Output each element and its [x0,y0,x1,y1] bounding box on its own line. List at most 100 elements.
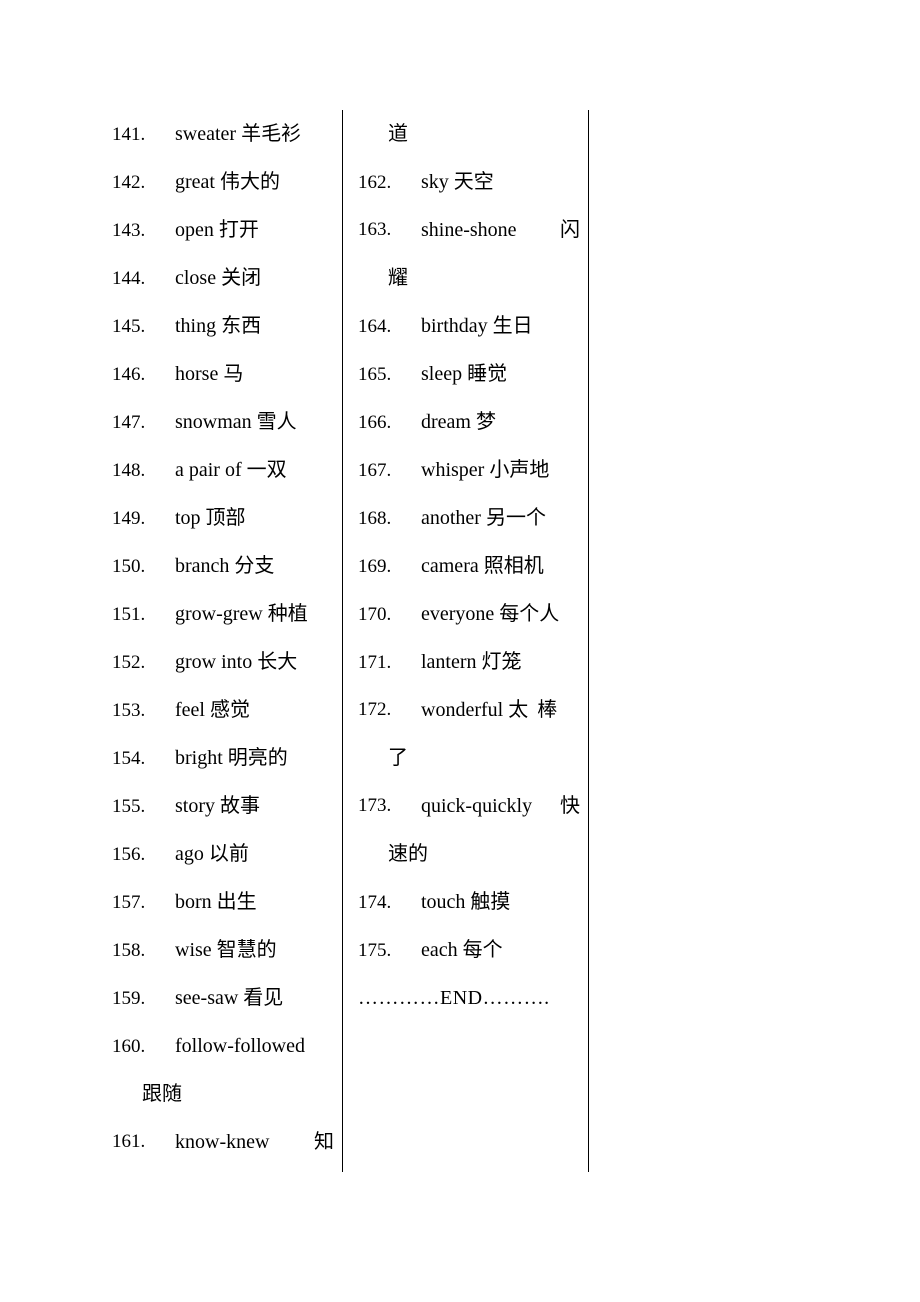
vocabulary-entry: 155. story 故事 [112,782,334,830]
vocabulary-entry: 166. dream 梦 [358,398,580,446]
entry-number: 174. [358,892,392,913]
entry-number: 154. [112,748,146,769]
vocabulary-entry: 143. open 打开 [112,206,334,254]
entry-number: 149. [112,508,146,529]
vocabulary-entry: 167. whisper 小声地 [358,446,580,494]
entry-number: 156. [112,844,146,865]
vocabulary-entry: 150. branch 分支 [112,542,334,590]
entry-number: 157. [112,892,146,913]
entry-number: 158. [112,940,146,961]
entry-continuation-line: 速的 [388,843,428,865]
entry-term: born 出生 [175,891,257,913]
column-divider-rule-middle [342,110,343,1172]
entry-number: 175. [358,940,392,961]
entry-term-tail: 闪 [560,219,580,241]
entry-number: 146. [112,364,146,385]
vocabulary-entry: 142. great 伟大的 [112,158,334,206]
entry-term: a pair of 一双 [175,459,287,481]
entry-term: great 伟大的 [175,171,280,193]
entry-number: 160. [112,1036,146,1057]
vocabulary-entry: 145. thing 东西 [112,302,334,350]
vocabulary-entry: 168. another 另一个 [358,494,580,542]
entry-term: grow into 长大 [175,651,298,673]
entry-number: 148. [112,460,146,481]
vocabulary-entry: 153. feel 感觉 [112,686,334,734]
entry-term: everyone 每个人 [421,603,560,625]
entry-number: 172. [358,699,392,720]
entry-term: snowman 雪人 [175,411,297,433]
vocabulary-entry: 157. born 出生 [112,878,334,926]
entry-number: 152. [112,652,146,673]
entry-term: thing 东西 [175,315,262,337]
entry-term: see-saw 看见 [175,987,284,1009]
entry-number: 153. [112,700,146,721]
entry-number: 173. [358,795,392,816]
entry-number: 168. [358,508,392,529]
entry-term: sky 天空 [421,171,494,193]
entry-term: each 每个 [421,939,503,961]
entry-term: sweater 羊毛衫 [175,123,302,145]
entry-term: shine-shone [421,219,517,241]
entry-number: 163. [358,219,392,240]
vocabulary-entry: 159. see-saw 看见 [112,974,334,1022]
entry-term: branch 分支 [175,555,275,577]
entry-number: 164. [358,316,392,337]
entry-term: ago 以前 [175,843,249,865]
entry-term-tail: 知 [314,1131,334,1153]
entry-term: birthday 生日 [421,315,533,337]
vocabulary-entry: 160. follow-followed [112,1022,334,1070]
vocabulary-entry: 171. lantern 灯笼 [358,638,580,686]
entry-term: follow-followed [175,1035,305,1057]
entry-number: 141. [112,124,146,145]
entry-term: whisper 小声地 [421,459,550,481]
entry-term: horse 马 [175,363,244,385]
vocabulary-entry: 158. wise 智慧的 [112,926,334,974]
entry-number: 147. [112,412,146,433]
vocabulary-entry: 148. a pair of 一双 [112,446,334,494]
vocabulary-entry: 161. know-knew 知 [112,1118,334,1166]
vocabulary-entry: 154. bright 明亮的 [112,734,334,782]
entry-term-tail: 快 [560,795,580,817]
vocabulary-entry: 170. everyone 每个人 [358,590,580,638]
entry-term: another 另一个 [421,507,546,529]
entry-term: lantern 灯笼 [421,651,522,673]
entry-number: 171. [358,652,392,673]
vocabulary-entry: 172. wonderful 太棒 [358,686,580,734]
entry-term: open 打开 [175,219,259,241]
vocabulary-entry: 165. sleep 睡觉 [358,350,580,398]
entry-term: camera 照相机 [421,555,544,577]
entry-number: 169. [358,556,392,577]
vocabulary-entry: 175. each 每个 [358,926,580,974]
vocabulary-entry: 164. birthday 生日 [358,302,580,350]
entry-number: 165. [358,364,392,385]
vocabulary-entry: 174. touch 触摸 [358,878,580,926]
entry-term: dream 梦 [421,411,496,433]
entry-continuation-line: 耀 [388,267,408,289]
vocabulary-entry: 163. shine-shone 闪 [358,206,580,254]
entry-number: 142. [112,172,146,193]
entry-term: grow-grew 种植 [175,603,308,625]
vocabulary-entry: 151. grow-grew 种植 [112,590,334,638]
entry-number: 151. [112,604,146,625]
entry-number: 166. [358,412,392,433]
column-divider-rule-right [588,110,589,1172]
entry-term: wonderful 太棒 [421,699,558,721]
entry-number: 155. [112,796,146,817]
entry-number: 167. [358,460,392,481]
vocabulary-entry: 152. grow into 长大 [112,638,334,686]
entry-term: feel 感觉 [175,699,250,721]
vocabulary-entry: 141. sweater 羊毛衫 [112,110,334,158]
entry-term: story 故事 [175,795,260,817]
vocabulary-entry: 173. quick-quickly 快 [358,782,580,830]
entry-number: 144. [112,268,146,289]
entry-continuation-line: 跟随 [142,1083,182,1105]
entry-continuation-line: 了 [388,747,408,769]
vocabulary-entry: 162. sky 天空 [358,158,580,206]
vocabulary-entry: 147. snowman 雪人 [112,398,334,446]
vocabulary-column-left: 141. sweater 羊毛衫 142. great 伟大的 143. open 打开 1… [112,110,334,1166]
vocabulary-entry: 144. close 关闭 [112,254,334,302]
vocabulary-column-right: 道 162. sky 天空 163. shine-shone 闪耀 164. birthday… [358,110,580,1022]
entry-term: close 关闭 [175,267,262,289]
entry-term: sleep 睡觉 [421,363,508,385]
entry-number: 161. [112,1131,146,1152]
